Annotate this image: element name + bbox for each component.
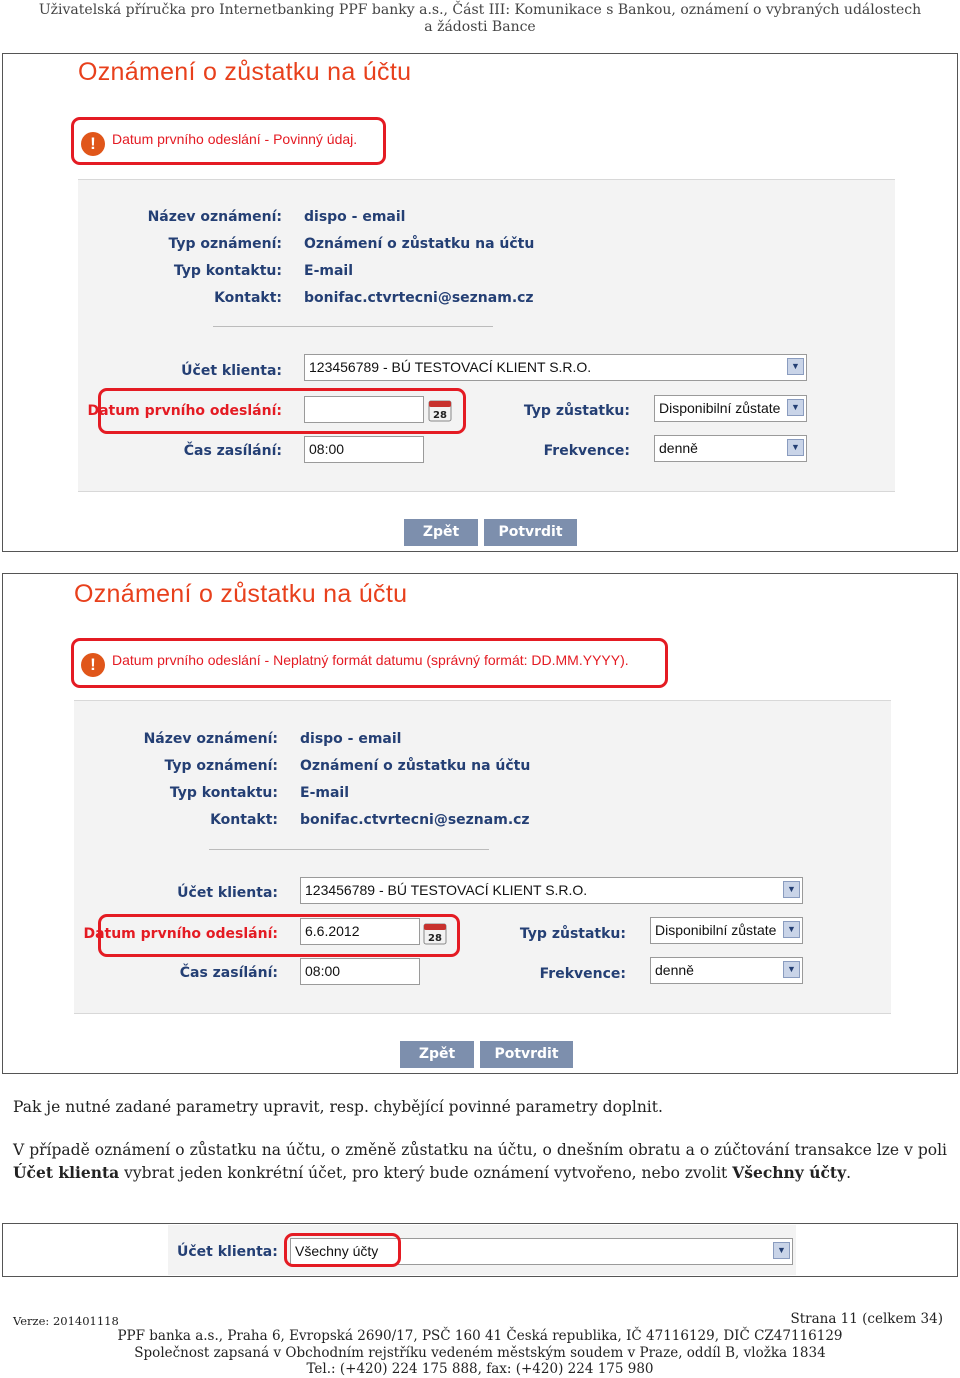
chevron-down-icon[interactable]: ▼	[787, 439, 804, 456]
page-title: Oznámení o zůstatku na účtu	[74, 580, 408, 608]
notification-type-value: Oznámení o zůstatku na účtu	[300, 758, 531, 774]
chevron-down-icon[interactable]: ▼	[783, 881, 800, 898]
paragraph-text: V případě oznámení o zůstatku na účtu, o…	[13, 1141, 947, 1159]
contact-label: Kontakt:	[210, 812, 278, 828]
calendar-icon[interactable]: 28	[423, 921, 447, 945]
chevron-down-icon[interactable]: ▼	[787, 399, 804, 416]
calendar-day: 28	[428, 933, 442, 944]
notification-type-value: Oznámení o zůstatku na účtu	[304, 236, 535, 252]
back-button[interactable]: Zpět	[400, 1041, 474, 1068]
footer-line-1: PPF banka a.s., Praha 6, Evropská 2690/1…	[117, 1328, 843, 1344]
screenshot-required-error: Oznámení o zůstatku na účtu ! Datum prvn…	[2, 53, 958, 552]
frequency-label: Frekvence:	[539, 966, 626, 982]
date-label: Datum prvního odeslání:	[83, 926, 278, 942]
paragraph-text: vybrat jeden konkrétní účet, pro který b…	[119, 1163, 733, 1182]
contact-type-value: E-mail	[304, 263, 354, 279]
separator	[209, 849, 489, 850]
contact-value: bonifac.ctvrtecni@seznam.cz	[304, 290, 534, 306]
option-all-accounts: Všechny účty	[732, 1162, 847, 1182]
contact-type-label: Typ kontaktu:	[169, 785, 278, 801]
chevron-down-icon[interactable]: ▼	[787, 358, 804, 375]
footer-line-3: Tel.: (+420) 224 175 888, fax: (+420) 22…	[306, 1361, 654, 1377]
frequency-select[interactable]: denně ▼	[654, 435, 807, 462]
instruction-paragraph-1: Pak je nutné zadané parametry upravit, r…	[13, 1098, 663, 1116]
confirm-button[interactable]: Potvrdit	[480, 1041, 573, 1068]
account-label: Účet klienta:	[181, 363, 282, 379]
balance-type-select[interactable]: Disponibilní zůstate ▼	[650, 917, 803, 944]
error-message: Datum prvního odeslání - Neplatný formát…	[112, 652, 629, 668]
date-label: Datum prvního odeslání:	[87, 403, 282, 419]
notification-type-label: Typ oznámení:	[168, 236, 282, 252]
notification-name-value: dispo - email	[304, 209, 406, 225]
first-send-date-input[interactable]	[304, 396, 424, 423]
account-label: Účet klienta:	[177, 1244, 278, 1260]
error-message: Datum prvního odeslání - Povinný údaj.	[112, 131, 358, 147]
contact-type-label: Typ kontaktu:	[173, 263, 282, 279]
contact-value: bonifac.ctvrtecni@seznam.cz	[300, 812, 530, 828]
send-time-input[interactable]: 08:00	[300, 958, 420, 985]
balance-type-value: Disponibilní zůstate	[659, 400, 781, 416]
balance-type-select[interactable]: Disponibilní zůstate ▼	[654, 395, 807, 422]
account-select-value: 123456789 - BÚ TESTOVACÍ KLIENT S.R.O.	[309, 359, 592, 375]
frequency-value: denně	[659, 440, 698, 456]
calendar-day: 28	[433, 410, 447, 421]
account-label: Účet klienta:	[177, 885, 278, 901]
notification-name-label: Název oznámení:	[147, 209, 282, 225]
frequency-value: denně	[655, 962, 694, 978]
contact-label: Kontakt:	[214, 290, 282, 306]
chevron-down-icon[interactable]: ▼	[783, 961, 800, 978]
first-send-date-input[interactable]: 6.6.2012	[300, 918, 420, 945]
header-line-1: Uživatelská příručka pro Internetbanking…	[38, 2, 922, 18]
account-select-value: 123456789 - BÚ TESTOVACÍ KLIENT S.R.O.	[305, 882, 588, 898]
warning-icon: !	[81, 653, 105, 677]
separator	[213, 326, 493, 327]
page-number: Strana 11 (celkem 34)	[790, 1311, 943, 1327]
instruction-paragraph-2: V případě oznámení o zůstatku na účtu, o…	[13, 1140, 947, 1184]
chevron-down-icon[interactable]: ▼	[783, 921, 800, 938]
warning-icon: !	[81, 132, 105, 156]
balance-type-value: Disponibilní zůstate	[655, 922, 777, 938]
page-header: Uživatelská příručka pro Internetbanking…	[0, 2, 960, 36]
notification-type-label: Typ oznámení:	[164, 758, 278, 774]
error-message-box: ! Datum prvního odeslání - Neplatný form…	[71, 638, 668, 688]
send-time-label: Čas zasílání:	[179, 965, 278, 981]
field-name-account: Účet klienta	[13, 1162, 120, 1182]
chevron-down-icon[interactable]: ▼	[773, 1242, 790, 1259]
account-select[interactable]: 123456789 - BÚ TESTOVACÍ KLIENT S.R.O. ▼	[304, 354, 807, 381]
account-select[interactable]: 123456789 - BÚ TESTOVACÍ KLIENT S.R.O. ▼	[300, 877, 803, 904]
back-button[interactable]: Zpět	[404, 519, 478, 546]
balance-type-label: Typ zůstatku:	[519, 926, 626, 942]
paragraph-text: .	[846, 1163, 852, 1182]
calendar-icon[interactable]: 28	[428, 398, 452, 422]
all-accounts-highlight	[284, 1233, 401, 1267]
notification-name-value: dispo - email	[300, 731, 402, 747]
error-message-box: ! Datum prvního odeslání - Povinný údaj.	[71, 117, 386, 165]
frequency-select[interactable]: denně ▼	[650, 957, 803, 984]
screenshot-all-accounts: Účet klienta: Všechny účty ▼	[2, 1223, 958, 1277]
header-line-2: a žádosti Bance	[424, 19, 536, 35]
page-title: Oznámení o zůstatku na účtu	[78, 58, 412, 86]
confirm-button[interactable]: Potvrdit	[484, 519, 577, 546]
frequency-label: Frekvence:	[543, 443, 630, 459]
contact-type-value: E-mail	[300, 785, 350, 801]
balance-type-label: Typ zůstatku:	[523, 403, 630, 419]
footer-line-2: Společnost zapsaná v Obchodním rejstříku…	[134, 1345, 826, 1361]
notification-name-label: Název oznámení:	[143, 731, 278, 747]
send-time-input[interactable]: 08:00	[304, 436, 424, 463]
send-time-label: Čas zasílání:	[183, 443, 282, 459]
screenshot-format-error: Oznámení o zůstatku na účtu ! Datum prvn…	[2, 573, 958, 1074]
